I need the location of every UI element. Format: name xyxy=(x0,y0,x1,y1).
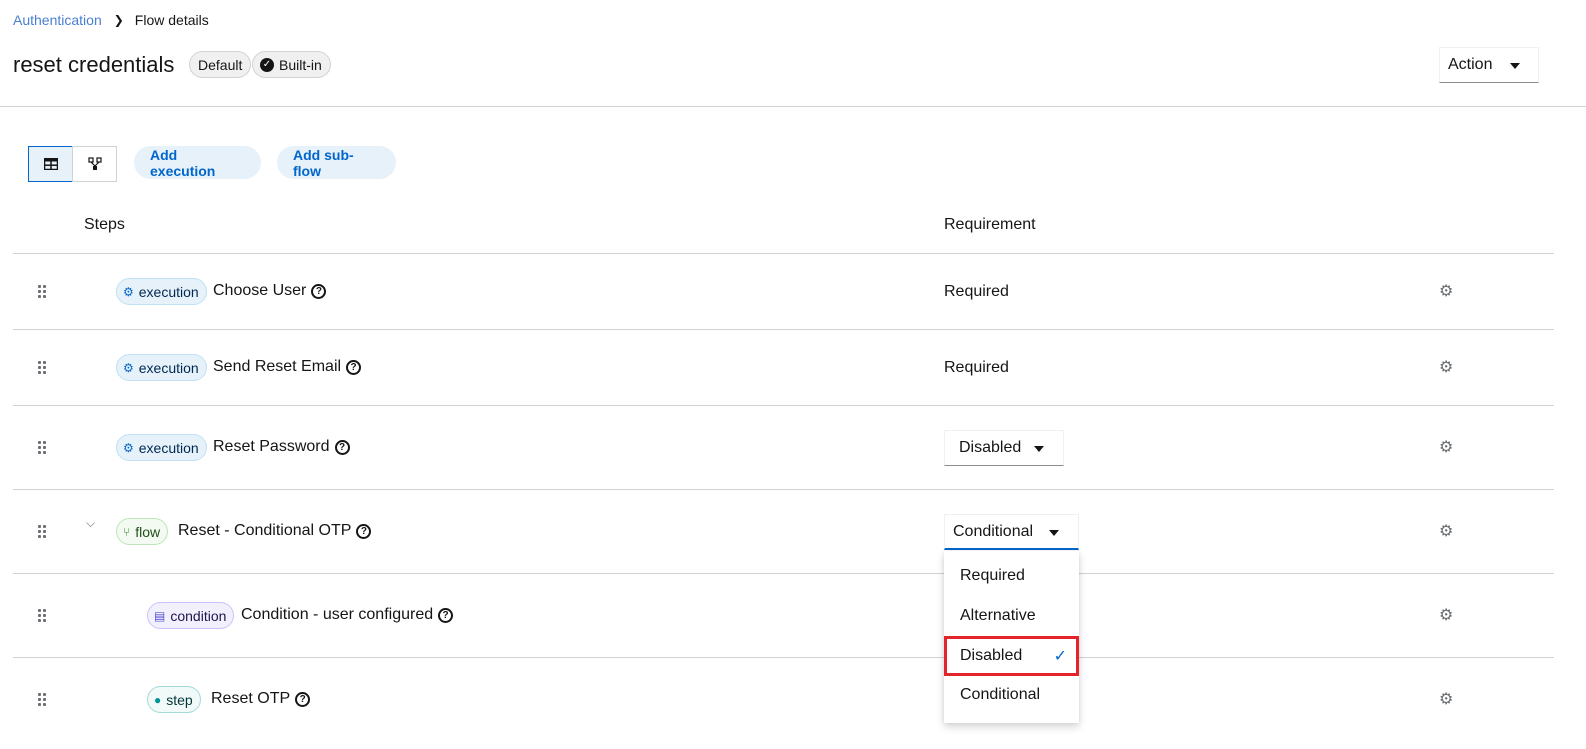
breadcrumb-current: Flow details xyxy=(134,12,209,28)
tag-label: condition xyxy=(170,607,227,624)
gear-icon[interactable]: ⚙ xyxy=(1439,284,1453,300)
execution-tag: ⚙ execution xyxy=(116,434,207,461)
step-name: Reset OTP ? xyxy=(211,690,311,708)
built-in-badge: ✓ Built-in xyxy=(252,51,331,78)
action-label: Action xyxy=(1448,56,1493,73)
clipboard-icon: ▤ xyxy=(154,608,166,623)
code-branch-icon: ⑂ xyxy=(123,524,131,539)
step-label: Reset - Conditional OTP xyxy=(178,522,352,539)
help-icon[interactable]: ? xyxy=(311,283,327,299)
menu-item-label: Disabled xyxy=(960,647,1023,664)
page-title: reset credentials xyxy=(13,52,175,77)
table-icon xyxy=(43,158,58,170)
table-row: ⚙ execution Reset Password ? Disabled ⚙ xyxy=(13,405,1554,489)
execution-tag: ⚙ execution xyxy=(116,278,207,305)
add-execution-button[interactable]: Add execution xyxy=(134,146,261,179)
step-name: Condition - user configured ? xyxy=(241,606,454,624)
tag-label: execution xyxy=(138,359,199,376)
table-row: ● step Reset OTP ? ⚙ xyxy=(13,657,1554,749)
topology-icon xyxy=(87,157,102,170)
gear-icon[interactable]: ⚙ xyxy=(1439,524,1453,540)
menu-item-alternative[interactable]: Alternative xyxy=(944,596,1079,636)
step-name: Reset - Conditional OTP ? xyxy=(178,522,372,540)
drag-handle-icon[interactable] xyxy=(38,525,48,539)
help-icon[interactable]: ? xyxy=(334,439,350,455)
tag-label: execution xyxy=(138,439,199,456)
requirement-value: Required xyxy=(944,283,1009,300)
help-icon[interactable]: ? xyxy=(438,607,454,623)
breadcrumb-authentication-link[interactable]: Authentication xyxy=(13,12,102,28)
tag-label: execution xyxy=(138,283,199,300)
requirement-selected-value: Disabled xyxy=(959,439,1022,456)
drag-handle-icon[interactable] xyxy=(38,609,48,623)
step-label: Send Reset Email xyxy=(213,358,342,375)
drag-handle-icon[interactable] xyxy=(38,693,48,707)
help-icon[interactable]: ? xyxy=(356,523,372,539)
table-view-button[interactable] xyxy=(28,146,73,182)
requirement-column-header: Requirement xyxy=(944,216,1036,233)
gear-icon[interactable]: ⚙ xyxy=(1439,692,1453,708)
gear-icon[interactable]: ⚙ xyxy=(1439,360,1453,376)
requirement-value: Required xyxy=(944,359,1009,376)
menu-item-disabled[interactable]: Disabled ✓ xyxy=(944,636,1079,676)
caret-down-icon xyxy=(1510,63,1520,69)
header-divider xyxy=(0,106,1586,107)
breadcrumb: Authentication ❯ Flow details xyxy=(13,12,209,28)
step-name: Send Reset Email ? xyxy=(213,358,362,376)
gear-icon[interactable]: ⚙ xyxy=(1439,440,1453,456)
step-label: Reset Password xyxy=(213,438,330,455)
drag-handle-icon[interactable] xyxy=(38,441,48,455)
step-tag: ● step xyxy=(147,686,201,713)
cogs-icon: ⚙ xyxy=(123,284,134,299)
built-in-label: Built-in xyxy=(279,56,322,73)
tag-label: flow xyxy=(135,523,161,540)
view-toggle xyxy=(28,146,117,182)
requirement-select[interactable]: Disabled xyxy=(944,430,1064,466)
requirement-dropdown-menu: Required Alternative Disabled ✓ Conditio… xyxy=(944,551,1079,723)
check-circle-icon: ✓ xyxy=(260,57,274,72)
drag-handle-icon[interactable] xyxy=(38,285,48,299)
default-badge: Default xyxy=(189,51,252,78)
requirement-selected-value: Conditional xyxy=(953,522,1034,540)
condition-tag: ▤ condition xyxy=(147,602,235,629)
action-dropdown[interactable]: Action xyxy=(1439,47,1539,83)
gear-icon[interactable]: ⚙ xyxy=(1439,608,1453,624)
requirement-select[interactable]: Conditional xyxy=(944,514,1079,550)
steps-column-header: Steps xyxy=(84,216,125,233)
cogs-icon: ⚙ xyxy=(123,360,134,375)
flow-tag: ⑂ flow xyxy=(116,518,169,545)
cogs-icon: ⚙ xyxy=(123,440,134,455)
step-name: Choose User ? xyxy=(213,282,327,300)
table-row: ⚙ execution Choose User ? Required ⚙ xyxy=(13,253,1554,329)
step-label: Reset OTP xyxy=(211,690,291,707)
map-marker-icon: ● xyxy=(154,692,162,707)
menu-item-conditional[interactable]: Conditional xyxy=(944,675,1079,715)
check-icon: ✓ xyxy=(1053,648,1067,665)
execution-tag: ⚙ execution xyxy=(116,354,207,381)
table-row: ⚙ execution Send Reset Email ? Required … xyxy=(13,329,1554,405)
tag-label: step xyxy=(166,691,193,708)
help-icon[interactable]: ? xyxy=(346,359,362,375)
step-label: Choose User xyxy=(213,282,307,299)
chevron-down-icon[interactable]: ⌵ xyxy=(86,516,95,531)
step-label: Condition - user configured xyxy=(241,606,434,623)
table-row: ▤ condition Condition - user configured … xyxy=(13,573,1554,657)
diagram-view-button[interactable] xyxy=(72,146,117,182)
menu-item-required[interactable]: Required xyxy=(944,556,1079,596)
drag-handle-icon[interactable] xyxy=(38,361,48,375)
step-name: Reset Password ? xyxy=(213,438,350,456)
chevron-right-icon: ❯ xyxy=(113,13,124,27)
table-row: ⑂ flow Reset - Conditional OTP ? Conditi… xyxy=(13,489,1554,573)
caret-down-icon xyxy=(1034,446,1044,452)
caret-down-icon xyxy=(1049,530,1059,536)
help-icon[interactable]: ? xyxy=(295,691,311,707)
add-sub-flow-button[interactable]: Add sub-flow xyxy=(277,146,396,179)
